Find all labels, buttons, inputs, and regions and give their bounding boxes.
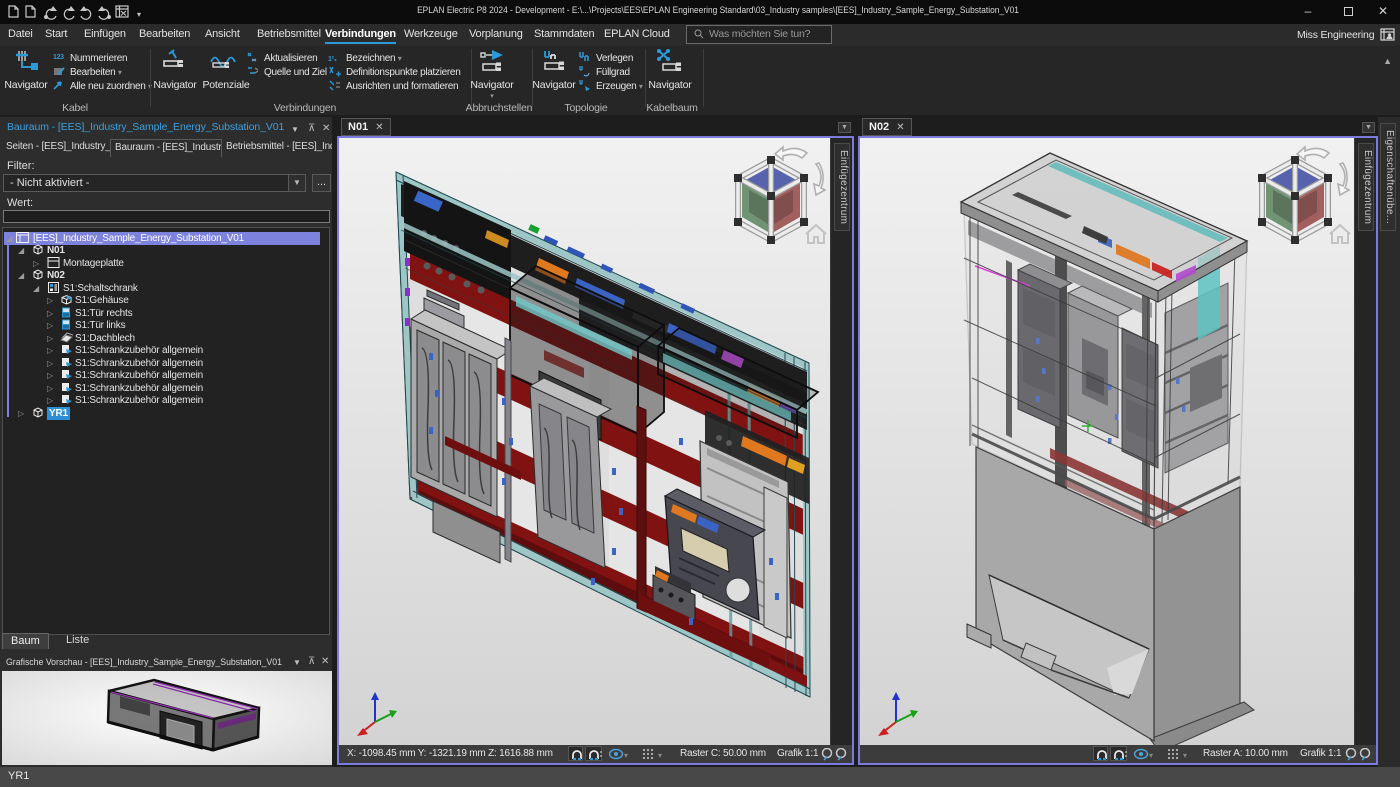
svg-text:▾: ▾ xyxy=(658,751,662,760)
svg-text:1²₃: 1²₃ xyxy=(328,56,337,63)
svg-text:▾: ▾ xyxy=(1149,751,1153,760)
svg-text:▾: ▾ xyxy=(1183,751,1187,760)
svg-text:▾: ▾ xyxy=(624,751,628,760)
svg-text:123: 123 xyxy=(53,54,64,61)
